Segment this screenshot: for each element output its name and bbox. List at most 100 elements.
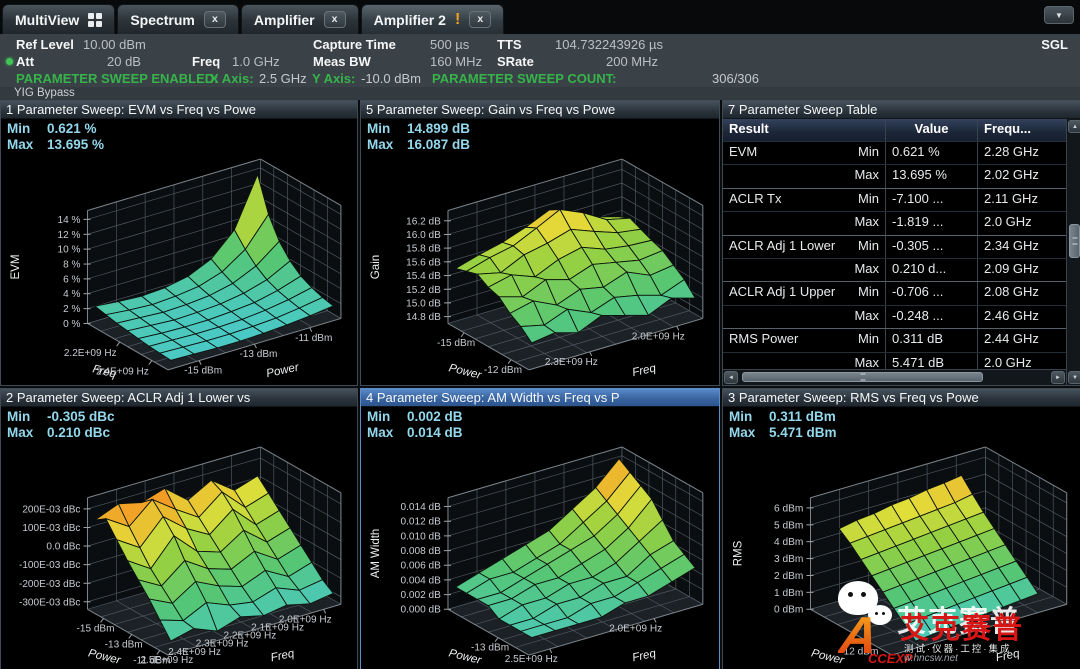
svg-text:-100E-03 dBc: -100E-03 dBc <box>19 560 80 571</box>
vertical-scrollbar[interactable]: ▲ ▼ <box>1066 119 1080 385</box>
table-header-row: Result Value Frequ... <box>723 119 1066 141</box>
sweep-y-value: -10.0 dBm <box>361 71 421 86</box>
surface-plot-am-width[interactable]: 0.014 dB0.012 dB0.010 dB0.008 dB0.006 dB… <box>361 441 719 669</box>
table-row[interactable]: Max13.695 %2.02 GHz <box>723 164 1066 187</box>
capture-time-value[interactable]: 500 µs <box>430 37 469 52</box>
window-title[interactable]: 5 Parameter Sweep: Gain vs Freq vs Powe <box>361 101 719 119</box>
result-cell: Max <box>723 165 886 187</box>
minmax-readout: Min0.621 % Max13.695 % <box>1 119 357 153</box>
table-row[interactable]: Max5.471 dB2.0 GHz <box>723 352 1066 369</box>
svg-text:15.4 dB: 15.4 dB <box>406 271 441 282</box>
tab-overflow-button[interactable]: ▼ <box>1044 6 1074 24</box>
svg-text:100E-03 dBc: 100E-03 dBc <box>22 523 80 534</box>
min-label: Min <box>7 409 47 425</box>
tab-amplifier-2[interactable]: Amplifier 2 ! x <box>361 4 505 34</box>
svg-text:8 %: 8 % <box>63 260 80 271</box>
window-gain-surface[interactable]: 5 Parameter Sweep: Gain vs Freq vs Powe … <box>360 100 720 386</box>
result-cell: Max <box>723 353 886 369</box>
svg-text:2.2E+09 Hz: 2.2E+09 Hz <box>64 348 117 359</box>
table-row[interactable]: ACLR Adj 1 UpperMin-0.706 ...2.08 GHz <box>723 281 1066 304</box>
sweep-count-value: 306/306 <box>712 71 759 86</box>
svg-text:Freq: Freq <box>631 361 658 379</box>
tab-bar: MultiView Spectrum x Amplifier x Amplifi… <box>0 0 1080 34</box>
svg-text:2.0E+09 Hz: 2.0E+09 Hz <box>632 331 685 342</box>
svg-text:Freq: Freq <box>270 648 296 665</box>
minmax-readout: Min14.899 dB Max16.087 dB <box>361 119 719 153</box>
window-title[interactable]: 2 Parameter Sweep: ACLR Adj 1 Lower vs <box>1 389 357 407</box>
close-icon[interactable]: x <box>324 11 346 28</box>
table-row[interactable]: RMS PowerMin0.311 dB2.44 GHz <box>723 328 1066 351</box>
surface-plot-evm[interactable]: 14 %12 %10 %8 %6 %4 %2 %0 %2.2E+09 Hz2.4… <box>1 153 357 385</box>
frequency-cell: 2.09 GHz <box>978 259 1066 281</box>
column-value[interactable]: Value <box>886 119 978 141</box>
column-result[interactable]: Result <box>723 119 886 141</box>
minmax-readout: Min0.002 dB Max0.014 dB <box>361 407 719 441</box>
close-icon[interactable]: x <box>204 11 226 28</box>
max-label: Max <box>367 425 407 441</box>
min-label: Min <box>729 409 769 425</box>
window-title[interactable]: 7 Parameter Sweep Table <box>723 101 1080 119</box>
tab-spectrum[interactable]: Spectrum x <box>117 4 239 34</box>
svg-text:0.004 dB: 0.004 dB <box>400 575 441 586</box>
table-row[interactable]: EVMMin0.621 %2.28 GHz <box>723 141 1066 164</box>
table-row[interactable]: Max-0.248 ...2.46 GHz <box>723 305 1066 328</box>
svg-text:6 dBm: 6 dBm <box>774 503 803 514</box>
max-label: Max <box>7 137 47 153</box>
window-title[interactable]: 1 Parameter Sweep: EVM vs Freq vs Powe <box>1 101 357 119</box>
surface-plot-aclr[interactable]: 200E-03 dBc100E-03 dBc0.0 dBc-100E-03 dB… <box>1 441 357 669</box>
scroll-up-icon[interactable]: ▲ <box>1068 120 1080 133</box>
result-cell: ACLR Adj 1 UpperMin <box>723 282 886 304</box>
window-title[interactable]: 3 Parameter Sweep: RMS vs Freq vs Powe <box>723 389 1080 407</box>
svg-text:0.002 dB: 0.002 dB <box>400 590 441 601</box>
svg-text:0.000 dB: 0.000 dB <box>400 605 441 616</box>
tab-amplifier[interactable]: Amplifier x <box>241 4 359 34</box>
svg-text:2.5E+09 Hz: 2.5E+09 Hz <box>140 655 193 666</box>
status-dot <box>6 58 13 65</box>
svg-text:0.014 dB: 0.014 dB <box>400 502 441 513</box>
att-value[interactable]: 20 dB <box>107 54 141 69</box>
table-row[interactable]: ACLR TxMin-7.100 ...2.11 GHz <box>723 188 1066 211</box>
close-icon[interactable]: x <box>469 11 491 28</box>
min-label: Min <box>7 121 47 137</box>
svg-text:5 dBm: 5 dBm <box>774 520 803 531</box>
surface-plot-rms[interactable]: 6 dBm5 dBm4 dBm3 dBm2 dBm1 dBm0 dBm-12 d… <box>723 441 1080 669</box>
sweep-table-body: EVMMin0.621 %2.28 GHzMax13.695 %2.02 GHz… <box>723 141 1066 369</box>
svg-text:-15 dBm: -15 dBm <box>77 623 115 634</box>
window-evm-surface[interactable]: 1 Parameter Sweep: EVM vs Freq vs Powe M… <box>0 100 358 386</box>
svg-text:-12 dBm: -12 dBm <box>484 365 522 376</box>
svg-text:0.012 dB: 0.012 dB <box>400 517 441 528</box>
max-label: Max <box>7 425 47 441</box>
window-rms-surface[interactable]: 3 Parameter Sweep: RMS vs Freq vs Powe M… <box>722 388 1080 669</box>
column-frequency[interactable]: Frequ... <box>978 119 1066 141</box>
frequency-cell: 2.0 GHz <box>978 212 1066 234</box>
svg-text:0.010 dB: 0.010 dB <box>400 531 441 542</box>
table-row[interactable]: Max-1.819 ...2.0 GHz <box>723 211 1066 234</box>
svg-text:0.006 dB: 0.006 dB <box>400 561 441 572</box>
ref-level-value[interactable]: 10.00 dBm <box>83 37 146 52</box>
result-cell: EVMMin <box>723 142 886 164</box>
scroll-left-icon[interactable]: ◄ <box>724 371 738 384</box>
window-am-width-surface[interactable]: 4 Parameter Sweep: AM Width vs Freq vs P… <box>360 388 720 669</box>
meas-bw-value[interactable]: 160 MHz <box>430 54 482 69</box>
freq-value[interactable]: 1.0 GHz <box>232 54 280 69</box>
scroll-down-icon[interactable]: ▼ <box>1068 371 1080 384</box>
table-row[interactable]: ACLR Adj 1 LowerMin-0.305 ...2.34 GHz <box>723 235 1066 258</box>
svg-text:16.0 dB: 16.0 dB <box>406 230 441 241</box>
tts-value[interactable]: 104.732243926 µs <box>555 37 663 52</box>
srate-value[interactable]: 200 MHz <box>606 54 658 69</box>
scroll-right-icon[interactable]: ► <box>1051 371 1065 384</box>
vertical-scroll-thumb[interactable] <box>1069 224 1080 258</box>
window-title[interactable]: 4 Parameter Sweep: AM Width vs Freq vs P <box>361 389 719 407</box>
horizontal-scrollbar[interactable]: ◄ ► <box>723 369 1066 385</box>
result-cell: Max <box>723 212 886 234</box>
sweep-y-label: Y Axis: <box>312 71 355 86</box>
window-aclr-surface[interactable]: 2 Parameter Sweep: ACLR Adj 1 Lower vs M… <box>0 388 358 669</box>
horizontal-scroll-thumb[interactable] <box>742 372 983 382</box>
table-row[interactable]: Max0.210 d...2.09 GHz <box>723 258 1066 281</box>
value-cell: -0.305 ... <box>886 236 978 258</box>
svg-text:-15 dBm: -15 dBm <box>437 338 475 349</box>
window-sweep-table[interactable]: 7 Parameter Sweep Table Result Value Fre… <box>722 100 1080 386</box>
tab-multiview[interactable]: MultiView <box>2 4 115 34</box>
surface-plot-gain[interactable]: 16.2 dB16.0 dB15.8 dB15.6 dB15.4 dB15.2 … <box>361 153 719 385</box>
svg-text:2 %: 2 % <box>63 304 80 315</box>
